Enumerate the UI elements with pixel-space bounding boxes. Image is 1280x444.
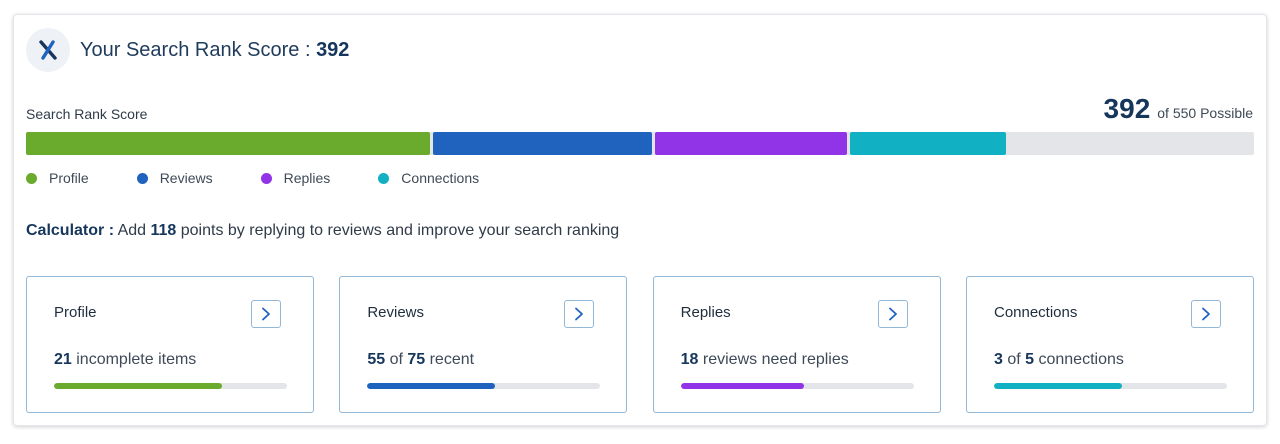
card-metric: 21 incomplete items <box>54 351 196 369</box>
card-metric-text: incomplete items <box>71 351 197 368</box>
card-title: Profile <box>54 304 97 321</box>
card-profile-open-button[interactable] <box>251 300 281 328</box>
card-progress-track <box>680 383 914 389</box>
score-bar-segment-replies <box>654 132 847 155</box>
card-replies: Replies 18 reviews need replies <box>652 276 941 413</box>
legend-dot-icon <box>378 172 390 184</box>
card-progress-track <box>367 383 601 389</box>
card-metric-tail: recent <box>425 351 475 368</box>
score-legend: Profile Reviews Replies Connections <box>26 170 527 186</box>
legend-label: Replies <box>283 170 331 186</box>
calculator-text: Calculator : Add 118 points by replying … <box>26 222 619 240</box>
legend-label: Profile <box>49 170 89 186</box>
calculator-label: Calculator : <box>26 222 115 239</box>
card-metric: 18 reviews need replies <box>681 351 849 369</box>
card-metric-text: of <box>1002 351 1026 368</box>
card-metric-total: 75 <box>407 351 426 368</box>
score-summary: 392 of 550 Possible <box>1104 93 1253 125</box>
card-progress-track <box>54 383 287 389</box>
chevron-right-icon <box>888 307 897 321</box>
card-progress-fill <box>680 383 805 389</box>
category-cards: Profile 21 incomplete items Reviews 55 of 7… <box>26 276 1254 413</box>
card-metric-value: 21 <box>54 351 72 368</box>
score-bar-segment-connections <box>849 132 1007 155</box>
legend-dot-icon <box>136 172 148 184</box>
card-metric-value: 55 <box>367 351 386 368</box>
panel-header: Your Search Rank Score : 392 <box>26 27 349 73</box>
chevron-right-icon <box>1202 307 1210 321</box>
chevron-right-icon <box>575 307 584 321</box>
score-bar-label: Search Rank Score <box>26 106 148 122</box>
legend-dot-icon <box>260 172 272 184</box>
legend-item-connections: Connections <box>378 170 479 186</box>
card-replies-open-button[interactable] <box>877 300 908 328</box>
calculator-pre: Add <box>114 222 151 239</box>
card-connections-open-button[interactable] <box>1190 300 1221 328</box>
card-progress-track <box>993 383 1227 389</box>
card-metric-total: 5 <box>1025 351 1035 368</box>
chevron-right-icon <box>262 307 270 321</box>
page-title-score: 392 <box>316 38 350 61</box>
page-title: Your Search Rank Score : 392 <box>80 39 349 62</box>
legend-label: Connections <box>401 170 480 186</box>
search-rank-panel: Your Search Rank Score : 392 Search Rank… <box>13 14 1267 426</box>
card-title: Replies <box>680 304 731 321</box>
calculator-points: 118 <box>150 222 177 239</box>
score-possible: of 550 Possible <box>1157 105 1253 121</box>
legend-item-profile: Profile <box>26 170 89 186</box>
legend-item-reviews: Reviews <box>136 170 213 186</box>
card-progress-fill <box>367 383 496 389</box>
legend-item-replies: Replies <box>260 170 331 186</box>
page-title-text: Your Search Rank Score : <box>80 38 317 61</box>
card-profile: Profile 21 incomplete items <box>26 276 314 413</box>
card-metric-text: reviews need replies <box>698 351 849 368</box>
card-title: Reviews <box>367 304 425 321</box>
card-progress-fill <box>993 383 1123 389</box>
card-connections: Connections 3 of 5 connections <box>965 276 1254 413</box>
score-value: 392 <box>1103 93 1151 124</box>
card-metric-value: 18 <box>680 351 699 368</box>
card-metric-tail: connections <box>1034 351 1124 368</box>
calculator-post: points by replying to reviews and improv… <box>176 222 620 239</box>
card-progress-fill <box>54 383 222 389</box>
card-metric: 3 of 5 connections <box>994 351 1124 369</box>
card-metric: 55 of 75 recent <box>367 351 474 369</box>
legend-label: Reviews <box>159 170 213 186</box>
brand-logo-icon <box>26 28 70 72</box>
score-bar <box>26 132 1254 155</box>
legend-dot-icon <box>26 172 37 184</box>
score-bar-segment-reviews <box>433 132 652 155</box>
card-reviews: Reviews 55 of 75 recent <box>339 276 628 413</box>
card-reviews-open-button[interactable] <box>564 300 595 328</box>
card-metric-text: of <box>385 351 408 368</box>
card-metric-value: 3 <box>993 351 1003 368</box>
card-title: Connections <box>993 304 1078 321</box>
score-bar-segment-profile <box>26 132 431 155</box>
